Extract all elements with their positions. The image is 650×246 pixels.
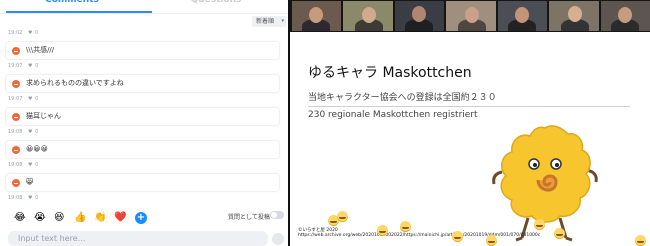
heart-icon[interactable]: ♥ [28, 129, 32, 135]
avatar [12, 80, 20, 88]
like-count: 0 [35, 63, 39, 69]
heart-icon[interactable]: ♥ [28, 195, 32, 201]
heart-icon[interactable]: ♥ [28, 96, 32, 102]
avatar [12, 47, 20, 55]
message-meta: 19:07 ♥ 0 [8, 63, 38, 69]
participant-video[interactable] [292, 1, 342, 31]
send-icon[interactable] [272, 233, 284, 245]
message-time: 19:07 [8, 63, 23, 69]
message-meta: 19:02 ♥ 0 [8, 30, 38, 36]
floating-reaction-icon [486, 235, 497, 246]
participant-video[interactable] [549, 1, 599, 31]
floating-reaction-icon [534, 219, 545, 230]
message-meta: 19:08 ♥ 0 [8, 195, 38, 201]
message-meta: 19:07 ♥ 0 [8, 96, 38, 102]
message-meta: 19:08 ♥ 0 [8, 162, 38, 168]
composer [0, 229, 288, 246]
floating-reaction-icon [337, 211, 348, 222]
message-text: 😸 [26, 178, 34, 186]
thumbs-up-icon[interactable]: 👍 [74, 212, 86, 224]
list-item: 😸 [6, 174, 279, 191]
heart-icon[interactable]: ♥ [28, 162, 32, 168]
message-text: 😀😀😀 [26, 145, 48, 153]
laugh-cry-emoji-icon[interactable]: 😂 [14, 212, 26, 224]
like-count: 0 [35, 162, 39, 168]
avatar [12, 146, 20, 154]
participant-video[interactable] [394, 1, 445, 31]
like-count: 0 [35, 30, 39, 36]
participant-video[interactable] [343, 1, 393, 31]
heart-emoji-icon[interactable]: ❤️ [114, 212, 126, 224]
participant-video[interactable] [446, 1, 496, 31]
slide-credit: ©いらすと屋 2020 https://web.archive.org/web/… [298, 228, 540, 238]
sort-select[interactable]: 新着順 ▾ [252, 16, 286, 27]
participant-strip [290, 0, 650, 32]
message-text: 求められるものの違いですよね [26, 79, 124, 87]
list-item: \\\共感/// [6, 42, 279, 59]
tab-questions[interactable]: Questions [144, 0, 288, 12]
message-time: 19:08 [8, 129, 23, 135]
like-count: 0 [35, 129, 39, 135]
message-time: 19:02 [8, 30, 23, 36]
floating-reaction-icon [554, 228, 565, 239]
clapping-icon[interactable]: 👏 [94, 212, 106, 224]
floating-reaction-icon [452, 231, 463, 242]
comments-panel: Comments Questions 新着順 ▾ 19:02 ♥ 0 \\\共感… [0, 0, 288, 246]
slide-text-german: 230 regionale Maskottchen registriert [308, 110, 478, 120]
message-time: 19:08 [8, 195, 23, 201]
slide-divider [308, 106, 630, 107]
shared-slide: ゆるキャラ Maskottchen 当地キャラクター協会への登録は全国約２３０ … [290, 32, 650, 246]
avatar [12, 113, 20, 121]
like-count: 0 [35, 96, 39, 102]
add-reaction-button[interactable]: + [135, 212, 147, 224]
message-meta: 19:08 ♥ 0 [8, 129, 38, 135]
comment-input[interactable] [8, 231, 268, 246]
post-as-question-label: 質問として投稿 [228, 214, 270, 221]
crying-emoji-icon[interactable]: 😭 [34, 212, 46, 224]
message-time: 19:07 [8, 96, 23, 102]
sort-select-value: 新着順 [256, 18, 275, 25]
mascot-illustration [492, 125, 598, 242]
slide-text-japanese: 当地キャラクター協会への登録は全国約２３０ [308, 93, 497, 103]
message-time: 19:08 [8, 162, 23, 168]
list-item: 😀😀😀 [6, 141, 279, 158]
message-text: 猫耳じゃん [26, 112, 61, 120]
like-count: 0 [35, 195, 39, 201]
slide-credit-url: https://web.archive.org/web/202010190020… [298, 233, 541, 238]
meeting-view: ゆるキャラ Maskottchen 当地キャラクター協会への登録は全国約２３０ … [290, 0, 650, 246]
participant-video[interactable] [600, 1, 650, 31]
chevron-down-icon: ▾ [281, 18, 284, 24]
message-text: \\\共感/// [26, 46, 55, 54]
heart-icon[interactable]: ♥ [28, 63, 32, 69]
heart-icon[interactable]: ♥ [28, 30, 32, 36]
floating-reaction-icon [400, 221, 411, 232]
list-item: 猫耳じゃん [6, 108, 279, 125]
post-as-question-toggle[interactable] [270, 211, 284, 219]
floating-reaction-icon [377, 225, 388, 236]
list-item: 求められるものの違いですよね [6, 75, 279, 92]
slide-title: ゆるキャラ Maskottchen [308, 65, 472, 81]
tab-divider [0, 13, 288, 14]
floating-reaction-icon [635, 235, 646, 246]
participant-video[interactable] [497, 1, 548, 31]
avatar [12, 179, 20, 187]
grinning-emoji-icon[interactable]: 😆 [54, 212, 64, 224]
